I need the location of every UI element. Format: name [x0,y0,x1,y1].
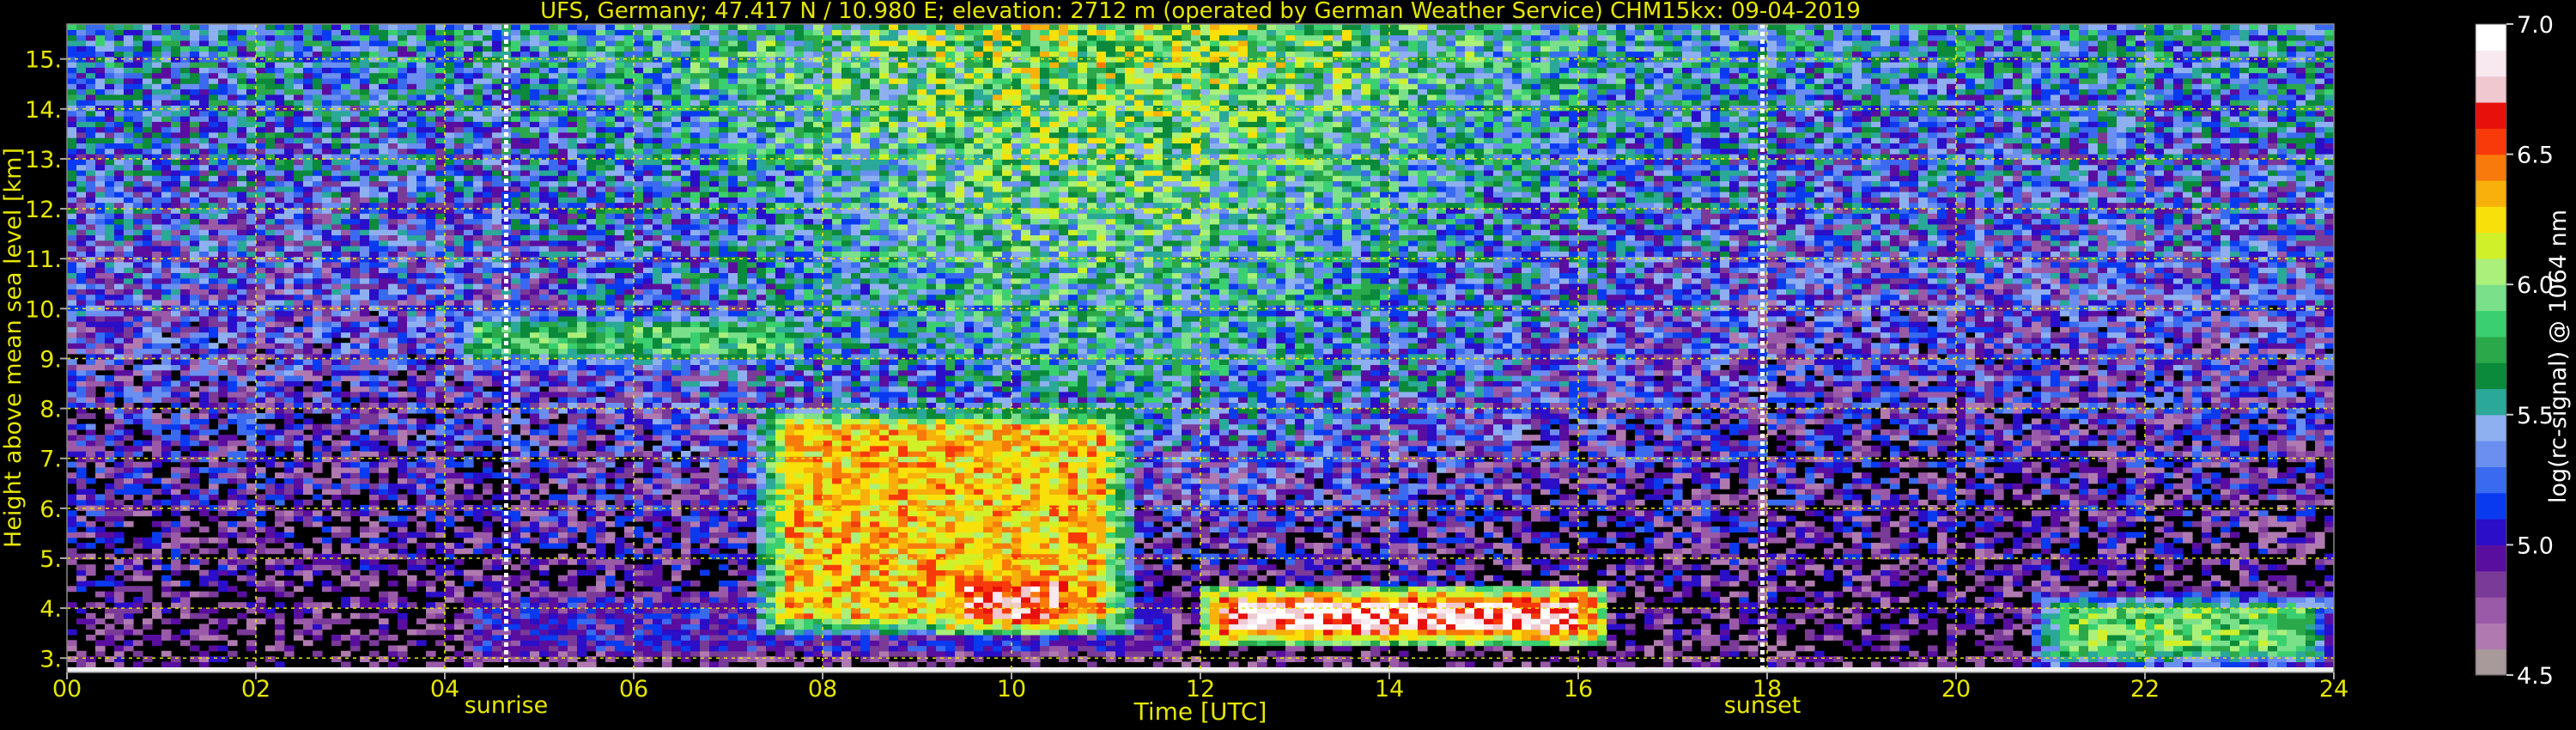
x-tick-label: 08 [808,676,837,703]
y-tick-label: 3. [39,646,62,672]
y-tick-label: 5. [39,546,62,573]
colorbar-segment [2476,623,2506,650]
colorbar-segment [2476,544,2506,572]
y-tick-label: 6. [39,496,62,523]
colorbar-segment [2476,414,2506,441]
chart-svg: sunrise sunset 00 02 04 06 08 10 12 14 16 18 20 22 24… [0,0,2572,726]
y-axis-label: Height above mean sea level [km] [0,148,27,548]
colorbar-segment [2476,570,2506,598]
colorbar-segment [2476,179,2506,207]
colorbar-segment [2476,24,2506,51]
colorbar-tick-label: 4.5 [2517,663,2554,690]
chart-title: UFS, Germany; 47.417 N / 10.980 E; eleva… [540,0,1861,24]
colorbar-segment [2476,50,2506,77]
x-tick-label: 22 [2130,676,2160,703]
y-tick-label: 12. [25,197,62,223]
colorbar [2475,23,2507,676]
y-tick-label: 7. [39,447,62,473]
ceilometer-figure: sunrise sunset 00 02 04 06 08 10 12 14 16 18 20 22 24… [0,0,2576,730]
colorbar-segment [2476,284,2506,312]
colorbar-segment [2476,362,2506,390]
y-tick-label: 11. [25,246,62,273]
y-tick-label: 9. [39,346,62,373]
colorbar-segment [2476,310,2506,338]
y-tick-label: 13. [25,147,62,173]
y-tick-label: 15. [25,47,62,74]
x-tick-label: 06 [619,676,648,703]
x-tick-label: 20 [1941,676,1971,703]
y-tick-label: 4. [39,596,62,623]
x-tick-label: 00 [52,676,82,703]
colorbar-segment [2476,597,2506,624]
x-tick-label: 10 [997,676,1026,703]
y-tick-label: 10. [25,296,62,323]
x-tick-label: 18 [1753,676,1782,703]
x-tick-label: 24 [2319,676,2348,703]
y-axis-ticks: 3. 4. 5. 6. 7. 8. 9. 10. 11. 12. 13. 14. 15. [25,47,67,672]
x-tick-label: 14 [1375,676,1404,703]
colorbar-segment [2476,388,2506,416]
colorbar-segment [2476,648,2506,676]
colorbar-segment [2476,76,2506,103]
colorbar-segment [2476,206,2506,234]
sun-marker-label: sunrise [465,692,549,719]
y-tick-label: 8. [39,397,62,423]
colorbar-segment [2476,519,2506,545]
colorbar-label: log(rc-signal) @ 1064 nm [2545,210,2572,503]
colorbar-segment [2476,101,2506,129]
colorbar-tick-label: 7.0 [2517,12,2554,39]
x-tick-label: 04 [430,676,459,703]
colorbar-segment [2476,232,2506,259]
colorbar-segment [2476,154,2506,181]
colorbar-segment [2476,466,2506,494]
colorbar-tick-label: 6.5 [2517,143,2554,169]
colorbar-segment [2476,128,2506,155]
y-tick-label: 14. [25,97,62,124]
colorbar-segment [2476,441,2506,468]
x-tick-label: 16 [1564,676,1593,703]
x-tick-label: 02 [241,676,270,703]
colorbar-segment [2476,336,2506,363]
colorbar-tick-label: 5.0 [2517,532,2554,559]
colorbar-segment [2476,258,2506,285]
colorbar-segment [2476,492,2506,520]
x-axis-label: Time [UTC] [1133,697,1267,726]
